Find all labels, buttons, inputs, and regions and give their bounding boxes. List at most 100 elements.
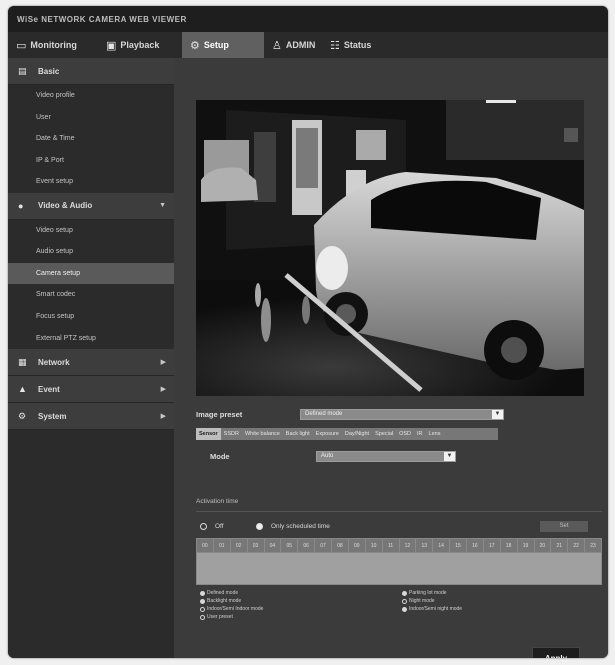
sidebar-group-video-audio[interactable]: ● Video & Audio ▼ — [8, 192, 174, 220]
camera-preview-image — [196, 100, 584, 396]
sidebar-item-smart-codec[interactable]: Smart codec — [8, 284, 174, 306]
tab-setup[interactable]: ⚙ Setup — [182, 32, 264, 58]
hour-cell: 02 — [231, 539, 248, 552]
chevron-right-icon: ▶ — [160, 386, 166, 393]
legend-swatch — [402, 606, 407, 612]
tab-sensor[interactable]: Sensor — [196, 428, 221, 440]
mode-select[interactable]: Auto ▼ — [316, 451, 456, 462]
radio-scheduled-label: Only scheduled time — [271, 523, 330, 530]
radio-scheduled-circle — [256, 523, 263, 530]
legend-label: User preset — [207, 614, 233, 620]
sidebar-item-user[interactable]: User — [8, 107, 174, 129]
status-icon: ☷ — [330, 39, 340, 52]
tab-special[interactable]: Special — [372, 431, 396, 437]
sidebar-item-external-ptz[interactable]: External PTZ setup — [8, 327, 174, 349]
hour-cell: 19 — [518, 539, 535, 552]
sidebar-group-event[interactable]: ▲ Event ▶ — [8, 376, 174, 403]
tab-white-balance[interactable]: White balance — [242, 431, 283, 437]
legend-swatch — [200, 614, 205, 620]
sidebar-group-label: Network — [38, 357, 70, 367]
main-panel: Image preset Defined mode ▼ Sensor SSDR … — [174, 58, 608, 658]
legend-label: Indoor/Semi night mode — [409, 606, 463, 612]
sidebar-group-system[interactable]: ⚙ System ▶ — [8, 403, 174, 430]
chevron-right-icon: ▶ — [160, 413, 166, 420]
radio-scheduled[interactable]: Only scheduled time — [256, 523, 330, 530]
admin-link[interactable]: ♙ ADMIN — [264, 32, 322, 58]
network-icon: ▦ — [18, 356, 27, 367]
tab-playback[interactable]: ▣ Playback — [98, 32, 178, 58]
gear-icon: ⚙ — [190, 39, 200, 52]
legend-swatch — [200, 590, 205, 596]
tab-setup-label: Setup — [203, 40, 229, 50]
hour-cell: 07 — [315, 539, 332, 552]
legend-label: Defined mode — [207, 590, 239, 596]
sidebar-group-basic[interactable]: ▤ Basic — [8, 58, 174, 85]
camera-preview — [196, 100, 584, 396]
tab-lens[interactable]: Lens — [426, 431, 444, 437]
hour-cell: 23 — [590, 543, 596, 549]
legend-label: Backlight mode — [207, 598, 242, 604]
sidebar-item-video-setup[interactable]: Video setup — [8, 220, 174, 242]
sidebar-item-date-time[interactable]: Date & Time — [8, 128, 174, 150]
tab-osd[interactable]: OSD — [396, 431, 414, 437]
hour-cell: 01 — [214, 539, 231, 552]
schedule-grid-body[interactable] — [197, 553, 601, 584]
sidebar-item-focus-setup[interactable]: Focus setup — [8, 306, 174, 328]
mode-label: Mode — [210, 452, 230, 461]
admin-label: ADMIN — [285, 40, 316, 50]
schedule-grid[interactable]: 00 01 02 03 04 05 06 07 08 09 10 11 12 1… — [196, 538, 602, 585]
tab-monitoring[interactable]: ▭ Monitoring — [8, 32, 98, 58]
hour-cell: 20 — [535, 539, 552, 552]
chevron-down-icon: ▼ — [492, 410, 503, 419]
sidebar-group-label: Event — [38, 384, 60, 394]
legend-swatch — [402, 590, 407, 596]
legend-label: Indoor/Semi Indoor mode — [207, 606, 264, 612]
basic-icon: ▤ — [18, 65, 27, 76]
legend-label: Parking lot mode — [409, 590, 447, 596]
settings-tabs: Sensor SSDR White balance Back light Exp… — [196, 428, 498, 440]
legend-swatch — [200, 598, 205, 604]
hour-cell: 04 — [265, 539, 282, 552]
hour-cell: 15 — [450, 539, 467, 552]
film-icon: ▣ — [106, 39, 117, 52]
apply-button[interactable]: Apply — [532, 647, 580, 658]
section-divider — [196, 511, 602, 512]
sidebar-group-label: Basic — [38, 66, 60, 76]
sidebar: ▤ Basic Video profile User Date & Time I… — [8, 58, 174, 658]
top-navigation: ▭ Monitoring ▣ Playback ⚙ Setup ♙ ADMIN … — [8, 32, 608, 58]
image-preset-value: Defined mode — [305, 411, 343, 417]
sidebar-item-audio-setup[interactable]: Audio setup — [8, 241, 174, 263]
legend-label: Night mode — [409, 598, 435, 604]
sidebar-group-label: System — [38, 411, 67, 421]
status-label: Status — [343, 40, 372, 50]
tab-back-light[interactable]: Back light — [283, 431, 313, 437]
hour-cell: 09 — [349, 539, 366, 552]
set-button[interactable]: Set — [540, 521, 588, 532]
radio-off[interactable]: Off — [200, 523, 224, 530]
tab-monitoring-label: Monitoring — [30, 40, 77, 50]
radio-off-circle — [200, 523, 207, 530]
hour-cell: 14 — [433, 539, 451, 552]
tab-playback-label: Playback — [120, 40, 160, 50]
tab-exposure[interactable]: Exposure — [313, 431, 342, 437]
sidebar-item-video-profile[interactable]: Video profile — [8, 85, 174, 107]
mode-value: Auto — [321, 453, 334, 459]
sidebar-group-network[interactable]: ▦ Network ▶ — [8, 349, 174, 376]
image-preset-select[interactable]: Defined mode ▼ — [300, 409, 504, 420]
sidebar-item-event-setup[interactable]: Event setup — [8, 171, 174, 193]
monitor-icon: ▭ — [16, 39, 27, 52]
sidebar-group-label: Video & Audio — [38, 201, 93, 210]
sidebar-item-ip-port[interactable]: IP & Port — [8, 150, 174, 172]
tab-ssdr[interactable]: SSDR — [221, 431, 242, 437]
tab-ir[interactable]: IR — [414, 431, 426, 437]
hour-cell: 03 — [248, 539, 265, 552]
status-link[interactable]: ☷ Status — [322, 32, 382, 58]
sidebar-item-camera-setup[interactable]: Camera setup — [8, 262, 174, 284]
hour-cell: 06 — [298, 539, 316, 552]
window-title: WiSe NETWORK CAMERA WEB VIEWER — [8, 6, 608, 32]
tab-day-night[interactable]: Day/Night — [342, 431, 372, 437]
legend-item: Parking lot mode — [402, 590, 447, 596]
legend-item: Indoor/Semi Indoor mode — [200, 606, 263, 612]
hour-cell: 05 — [281, 539, 299, 552]
hour-cell: 22 — [568, 539, 586, 552]
